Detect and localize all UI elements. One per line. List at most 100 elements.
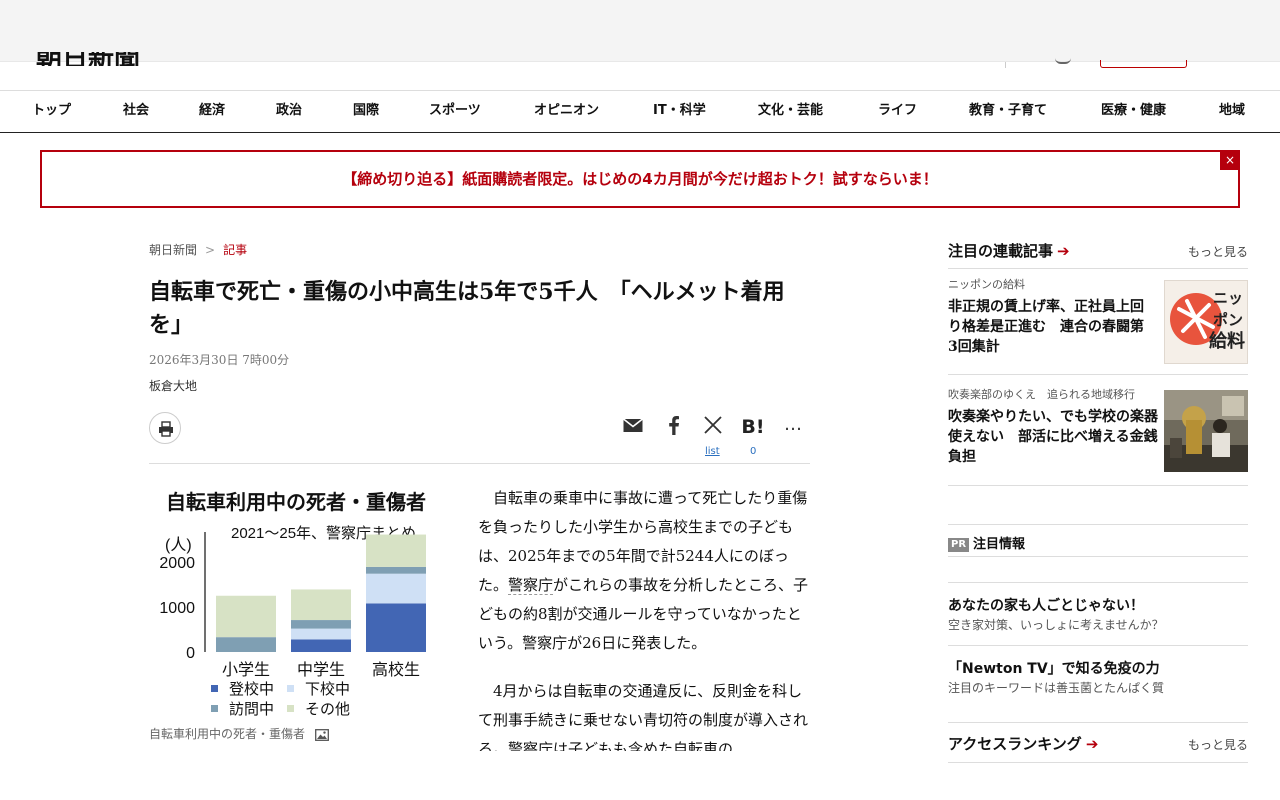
figure-caption-row[interactable]: 自転車利用中の死者・重傷者 [149,725,329,742]
legend-label: その他 [305,701,350,718]
pr-item[interactable]: あなたの家も人ごとじゃない！ 空き家対策、いっしょに考えませんか？ [948,596,1248,634]
article-paragraph: 自転車の乗車中に事故に遭って死亡したり重傷を負ったりした小学生から高校生までの子… [478,484,811,658]
brass-band-photo [1164,390,1248,472]
site-logo-text: 朝日新聞 [36,52,140,66]
series-item[interactable]: ニッポンの給料 非正規の賃上げ率、正社員上回り格差是正進む 連合の春闘第3回集計 [948,276,1153,357]
sidebar-divider [948,645,1248,646]
pr-badge: PR [948,538,970,552]
chart-title: 自転車利用中の死者・重傷者 [166,490,426,514]
pr-description[interactable]: 空き家対策、いっしょに考えませんか？ [948,616,1248,634]
promo-banner[interactable]: 【締め切り迫る】紙面購読者限定。はじめの4カ月間が今だけ超おトク！試すならいま！… [40,150,1240,208]
series-category[interactable]: ニッポンの給料 [948,276,1153,292]
close-icon[interactable]: × [1220,150,1240,170]
promo-text[interactable]: 【締め切り迫る】紙面購読者限定。はじめの4カ月間が今だけ超おトク！試すならいま！ [42,152,1238,206]
svg-text:ポン: ポン [1213,311,1243,329]
nav-item-region[interactable]: 地域 [1219,91,1245,133]
image-icon[interactable] [314,728,329,741]
bar-1-1 [291,628,351,640]
sidebar-divider [948,268,1248,269]
header-divider [1005,62,1006,68]
article-divider [149,463,810,464]
bar-1-3 [291,589,351,621]
salary-logo-image: ニッ ポン 給料 [1170,289,1245,352]
sidebar-divider [948,485,1248,486]
x-tick-label: 小学生 [222,661,270,679]
nav-item-education[interactable]: 教育・子育て [969,91,1047,133]
hatena-count[interactable]: 0 [750,446,756,457]
arrow-right-icon: ➔ [1085,735,1099,753]
nav-item-opinion[interactable]: オピニオン [534,91,599,133]
bar-2-1 [366,573,426,604]
legend-label: 登校中 [229,681,274,698]
pr-heading: 注目情報 [973,537,1026,552]
more-share-icon[interactable]: … [780,414,806,440]
nav-item-society[interactable]: 社会 [123,91,149,133]
sidebar-divider [948,374,1248,375]
pr-section-header: PR 注目情報 [948,533,1248,552]
article-body: 自転車の乗車中に事故に遭って死亡したり重傷を負ったりした小学生から高校生までの子… [478,484,811,783]
nav-item-economy[interactable]: 経済 [199,91,225,133]
sidebar-divider [948,524,1248,525]
site-logo[interactable]: 朝日新聞 [36,52,186,66]
series-item[interactable]: 吹奏楽部のゆくえ 追られる地域移行 吹奏楽やりたい、でも学校の楽器使えない 部活… [948,386,1158,467]
svg-text:給料: 給料 [1209,330,1245,352]
article-author[interactable]: 板倉大地 [149,377,197,394]
search-icon[interactable] [1055,58,1071,64]
nav-item-culture[interactable]: 文化・芸能 [758,91,823,133]
sidebar-divider [948,556,1248,557]
breadcrumb-current[interactable]: 記事 [223,243,247,257]
category-nav: トップ 社会 経済 政治 国際 スポーツ オピニオン IT・科学 文化・芸能 ラ… [0,90,1280,133]
bar-0-2 [216,637,276,652]
series-category[interactable]: 吹奏楽部のゆくえ 追られる地域移行 [948,386,1158,402]
chart-ylabel: (人) [165,536,192,554]
x-tick-label: 高校生 [372,661,420,679]
ranking-more-link[interactable]: もっと見る [1188,736,1248,753]
breadcrumb-home[interactable]: 朝日新聞 [149,243,197,257]
bar-1-2 [291,620,351,629]
nav-item-it-science[interactable]: IT・科学 [653,91,706,133]
y-tick-label: 1000 [159,600,195,617]
series-heading[interactable]: 注目の連載記事 ➔ [948,242,1070,260]
x-tick-label: 中学生 [297,661,345,679]
figure-caption: 自転車利用中の死者・重傷者 [149,727,306,741]
pr-title[interactable]: あなたの家も人ごとじゃない！ [948,596,1248,616]
breadcrumb: 朝日新聞 > 記事 [149,241,247,258]
pr-item[interactable]: 「Newton TV」で知る免疫の力 注目のキーワードは善玉菌とたんぱく質 [948,659,1248,697]
browser-top-bar [0,0,1280,62]
ranking-section-header: アクセスランキング ➔ もっと見る [948,733,1248,755]
nav-item-life[interactable]: ライフ [878,91,917,133]
series-more-link[interactable]: もっと見る [1188,243,1248,260]
nav-item-international[interactable]: 国際 [353,91,379,133]
facebook-share-button[interactable] [661,414,687,440]
legend-label: 下校中 [305,681,350,698]
legend-label: 訪問中 [229,701,274,718]
x-list-link[interactable]: list [705,446,720,457]
bar-2-0 [366,603,426,652]
series-section-header: 注目の連載記事 ➔ もっと見る [948,240,1248,262]
printer-icon [159,421,173,437]
series-thumbnail-salary[interactable]: ニッ ポン 給料 [1164,280,1248,364]
subscribe-button[interactable] [1100,60,1187,68]
pr-description[interactable]: 注目のキーワードは善玉菌とたんぱく質 [948,679,1248,697]
nav-item-politics[interactable]: 政治 [276,91,302,133]
ranking-heading[interactable]: アクセスランキング ➔ [948,735,1098,753]
series-title[interactable]: 非正規の賃上げ率、正社員上回り格差是正進む 連合の春闘第3回集計 [948,297,1153,357]
article-title: 自転車で死亡・重傷の小中高生は5年で5千人 「ヘルメット着用を」 [149,279,785,338]
sidebar-divider [948,582,1248,583]
mail-icon [623,418,643,432]
x-share-button[interactable] [700,414,726,440]
nav-item-health[interactable]: 医療・健康 [1101,91,1166,133]
nav-item-top[interactable]: トップ [32,91,71,133]
bicycle-casualty-chart[interactable]: 自転車利用中の死者・重傷者 2021～25年、警察庁まとめ (人) 010002… [149,480,454,725]
hatena-bookmark-icon[interactable]: B! [740,414,766,440]
breadcrumb-separator: > [205,243,216,257]
print-button[interactable] [149,412,181,444]
series-thumbnail-brass-band[interactable] [1164,390,1248,472]
pr-title[interactable]: 「Newton TV」で知る免疫の力 [948,659,1248,679]
glossary-term-link[interactable]: 警察庁 [508,576,554,595]
thumb-text: ニッ [1213,289,1243,307]
mail-share-button[interactable] [620,414,646,440]
y-tick-label: 0 [186,645,195,662]
series-title[interactable]: 吹奏楽やりたい、でも学校の楽器使えない 部活に比べ増える金銭負担 [948,407,1158,467]
nav-item-sports[interactable]: スポーツ [429,91,481,133]
